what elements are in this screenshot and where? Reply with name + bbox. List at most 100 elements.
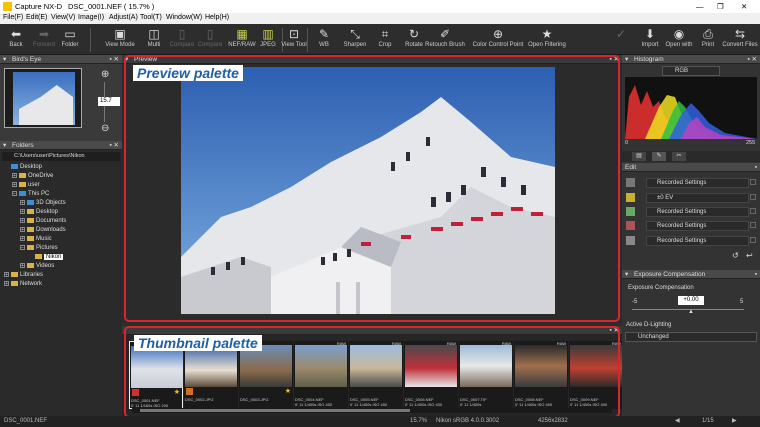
collapse-icon[interactable]: ▾ <box>3 55 6 64</box>
zoom-in-icon[interactable]: ⊕ <box>101 69 109 80</box>
menu-help[interactable]: Help(H) <box>205 14 229 21</box>
collapse-icon[interactable]: ▾ <box>3 141 6 150</box>
zoom-field[interactable]: 15.7 <box>98 97 120 106</box>
menu-bar: File(F) Edit(E) View(V) Image(I) Adjust(… <box>0 13 760 24</box>
folder-tree-item[interactable]: + Desktop <box>0 208 122 217</box>
menu-edit[interactable]: Edit(E) <box>26 14 47 21</box>
checkbox[interactable] <box>750 194 756 200</box>
pin-icon[interactable]: ▪ ✕ <box>109 55 119 64</box>
toolbar: ⬅ Back ➡ Forward ▭ Folder ▣ View Mode ◫ Multi… <box>0 24 760 55</box>
pin-icon[interactable]: ▪ ✕ <box>109 141 119 150</box>
adl-select[interactable]: Unchanged <box>625 332 757 342</box>
edit-row-wb[interactable]: Recorded Settings <box>624 206 758 218</box>
folder-tree-item[interactable]: +3D Objects <box>0 199 122 208</box>
folder-tree-item[interactable]: + Videos <box>0 262 122 271</box>
histogram-channel-select[interactable]: RGB <box>662 66 720 76</box>
expand-toggle-icon[interactable]: + <box>12 172 17 178</box>
tab-info-icon[interactable]: ▤ <box>632 152 646 161</box>
exposure-value-field[interactable]: +0.00 <box>678 296 704 305</box>
folders-header: ▾ Folders ▪ ✕ <box>0 141 122 150</box>
folder-icon <box>27 235 34 241</box>
folder-tree-item[interactable]: + Documents <box>0 217 122 226</box>
folder-tree-item[interactable]: + OneDrive <box>0 172 122 181</box>
view-mode-icon: ▣ <box>114 27 126 41</box>
center-pane: ▾ Preview ▪ ✕ ▪ ✕ DSC_0001.NEF 0' 11 1/1… <box>122 55 623 418</box>
edit-row-lens[interactable]: Recorded Settings <box>624 235 758 247</box>
expand-toggle-icon[interactable]: + <box>20 226 25 232</box>
expand-toggle-icon[interactable]: + <box>4 271 9 277</box>
tab-edit-icon[interactable]: ✎ <box>652 152 666 161</box>
print-button[interactable]: ⎙ Print <box>692 24 724 55</box>
menu-icon[interactable]: ▪ <box>755 270 757 279</box>
status-zoom: 15.7% <box>410 418 428 424</box>
folder-icon <box>19 172 26 178</box>
menu-window[interactable]: Window(W) <box>166 14 202 21</box>
view-mode-button[interactable]: ▣ View Mode <box>104 24 136 55</box>
minimize-button[interactable]: — <box>696 2 704 11</box>
expand-toggle-icon[interactable]: − <box>12 190 17 196</box>
expand-toggle-icon[interactable]: + <box>12 181 17 187</box>
menu-view[interactable]: View(V) <box>51 14 75 21</box>
expand-toggle-icon[interactable]: − <box>20 244 25 250</box>
pin-icon[interactable]: ▪ ✕ <box>747 55 757 64</box>
menu-file[interactable]: File(F) <box>3 14 23 21</box>
gear-icon <box>626 178 635 187</box>
folder-label: Music <box>36 236 52 242</box>
folder-tree-item[interactable]: Desktop <box>0 163 122 172</box>
edit-row-tone[interactable]: Recorded Settings <box>624 220 758 232</box>
folder-tree-item[interactable]: + Network <box>0 280 122 289</box>
disabled-tool-button[interactable]: ✓ <box>610 24 632 55</box>
folder-tree-item[interactable]: − This PC <box>0 190 122 199</box>
folder-tree-item[interactable]: + Libraries <box>0 271 122 280</box>
maximize-button[interactable]: ❐ <box>717 2 724 11</box>
menu-image[interactable]: Image(I) <box>78 14 104 21</box>
folder-icon <box>19 181 26 187</box>
expand-toggle-icon[interactable]: + <box>20 235 25 241</box>
checkbox[interactable] <box>750 208 756 214</box>
expand-toggle-icon[interactable]: + <box>4 280 9 286</box>
white-balance-icon <box>626 207 635 216</box>
checkbox[interactable] <box>750 222 756 228</box>
crop-button[interactable]: ⌗ Crop <box>369 24 401 55</box>
exposure-slider-thumb[interactable]: ▲ <box>688 309 694 315</box>
expand-toggle-icon[interactable]: + <box>20 262 25 268</box>
folder-button[interactable]: ▭ Folder <box>54 24 86 55</box>
folder-tree-item[interactable]: − Pictures <box>0 244 122 253</box>
compare-button-2[interactable]: ▯ Compare <box>194 24 226 55</box>
folder-icon <box>27 199 34 205</box>
edit-row-exposure[interactable]: ±0 EV <box>624 192 758 204</box>
view-tool-button[interactable]: ⊡ View Tool <box>278 24 310 55</box>
folder-tree-item[interactable]: Nikon <box>0 253 122 262</box>
status-size: 4256x2832 <box>538 418 568 424</box>
collapse-icon[interactable]: ▾ <box>625 270 628 279</box>
edit-row-picture-control[interactable]: Recorded Settings <box>624 177 758 189</box>
menu-adjust[interactable]: Adjust(A) <box>109 14 138 21</box>
folder-tree-item[interactable]: + user <box>0 181 122 190</box>
expand-toggle-icon[interactable]: + <box>20 217 25 223</box>
folder-path[interactable]: C:\Users\user\Pictures\Nikon <box>2 152 120 161</box>
convert-files-button[interactable]: ⇆ Convert Files <box>721 24 759 55</box>
exposure-label: Exposure Compensation <box>628 285 694 291</box>
menu-icon[interactable]: ▪ <box>755 163 757 172</box>
folder-tree-item[interactable]: + Downloads <box>0 226 122 235</box>
page-next-icon[interactable]: ▶ <box>732 416 737 427</box>
close-button[interactable]: ✕ <box>741 2 747 11</box>
open-filtering-button[interactable]: ★ Open Filtering <box>528 24 566 55</box>
sharpen-button[interactable]: ⤡ Sharpen <box>339 24 371 55</box>
color-control-point-button[interactable]: ⊕ Color Control Point <box>470 24 526 55</box>
retouch-brush-button[interactable]: ✐ Retouch Brush <box>425 24 465 55</box>
expand-toggle-icon[interactable]: + <box>20 208 25 214</box>
reset-icon[interactable]: ↺ <box>732 251 739 260</box>
zoom-out-icon[interactable]: ⊖ <box>101 123 109 134</box>
collapse-icon[interactable]: ▾ <box>625 55 628 64</box>
checkbox[interactable] <box>750 237 756 243</box>
checkbox[interactable] <box>750 179 756 185</box>
wb-button[interactable]: ✎ WB <box>308 24 340 55</box>
undo-icon[interactable]: ↩ <box>746 251 753 260</box>
menu-tool[interactable]: Tool(T) <box>140 14 162 21</box>
tab-adjust-icon[interactable]: ✂ <box>672 152 686 161</box>
expand-toggle-icon[interactable]: + <box>20 199 25 205</box>
page-prev-icon[interactable]: ◀ <box>675 416 680 427</box>
folder-tree-item[interactable]: + Music <box>0 235 122 244</box>
birds-eye-thumbnail[interactable] <box>4 68 82 128</box>
